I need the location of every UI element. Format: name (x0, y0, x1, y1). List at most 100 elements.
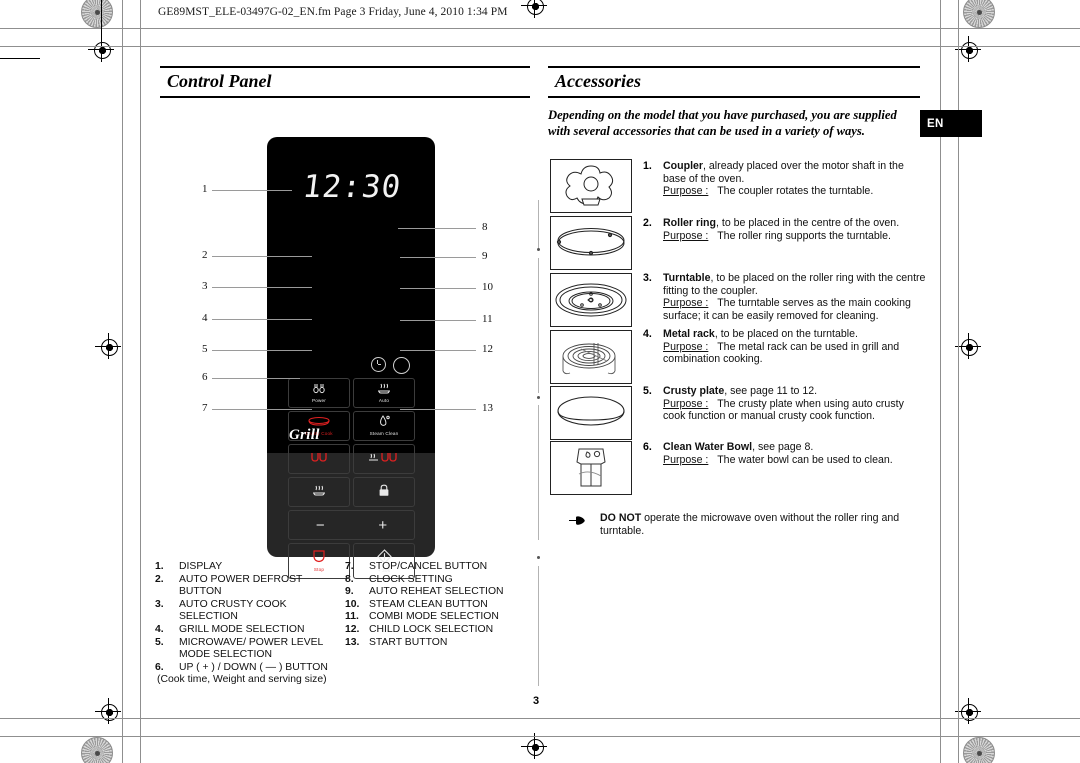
item-sublabel: (Cook time, Weight and serving size) (157, 674, 327, 686)
callout-line-1 (212, 190, 292, 191)
accessory-image-metal-rack (550, 330, 632, 384)
list-item: 12. CHILD LOCK SELECTION (345, 624, 535, 637)
oven-control-face: 12:30 Power Auto Crusty Cook Steam Clean… (267, 137, 435, 579)
item-number: 1. (155, 561, 164, 572)
grill-icon (308, 452, 330, 465)
plus-icon: + (378, 516, 388, 534)
fold-dot-2 (537, 396, 540, 399)
accessory-text-2: Roller ring, to be placed in the centre … (663, 217, 931, 242)
registration-mark-tc (521, 0, 547, 18)
accessory-image-turntable (550, 273, 632, 327)
item-number: 9. (345, 586, 354, 598)
item-label: UP ( + ) / DOWN ( — ) BUTTON (179, 661, 328, 673)
callout-line-5 (212, 350, 312, 351)
button-grill-mode[interactable] (288, 444, 350, 474)
page-canvas: GE89MST_ELE-03497G-02_EN.fm Page 3 Frida… (0, 0, 1080, 763)
page-title: Control Panel (167, 71, 272, 92)
accessory-text-1: Coupler, already placed over the motor s… (663, 160, 925, 198)
rule-bottom (160, 96, 530, 98)
item-label: DISPLAY (179, 561, 223, 572)
callout-line-3 (212, 287, 312, 288)
list-item: 8. CLOCK SETTING (345, 574, 535, 587)
accessory-desc-5: , see page 11 to 12. (724, 385, 818, 397)
button-child-lock[interactable] (353, 477, 415, 507)
callout-line-9 (400, 257, 476, 258)
callout-9: 9 (482, 250, 488, 262)
callout-8: 8 (482, 221, 488, 233)
callout-11: 11 (482, 313, 493, 325)
accessory-number-6: 6. (643, 441, 652, 453)
accessory-text-3: Turntable, to be placed on the roller ri… (663, 272, 927, 322)
callout-6: 6 (202, 371, 208, 383)
callout-line-7 (212, 409, 312, 410)
list-item: 9. AUTO REHEAT SELECTION (345, 586, 535, 599)
warning-note: DO NOT operate the microwave oven withou… (600, 512, 920, 538)
item-number: 13. (345, 636, 360, 648)
purpose-text-2: The roller ring supports the turntable. (717, 229, 891, 242)
button-power-defrost[interactable]: Power (288, 378, 350, 408)
purpose-label-1: Purpose : (663, 185, 709, 198)
accessory-image-coupler (550, 159, 632, 213)
list-item: 6. UP ( + ) / DOWN ( — ) BUTTON (Cook ti… (155, 662, 335, 687)
fold-line-d (538, 566, 539, 686)
callout-12: 12 (482, 343, 493, 355)
callout-2: 2 (202, 249, 208, 261)
accessory-name-4: Metal rack (663, 328, 715, 340)
callout-3: 3 (202, 280, 208, 292)
item-label: AUTO CRUSTY COOK SELECTION (179, 598, 287, 623)
callout-5: 5 (202, 343, 208, 355)
accessory-text-4: Metal rack, to be placed on the turntabl… (663, 328, 927, 366)
star-target-top-right (963, 0, 995, 28)
accessory-number-1: 1. (643, 160, 652, 172)
registration-mark-bl (95, 698, 121, 724)
rule-bottom (548, 96, 920, 98)
pointing-hand-icon (568, 514, 586, 529)
item-label: CLOCK SETTING (369, 573, 453, 585)
callout-13: 13 (482, 402, 493, 414)
button-auto-reheat[interactable]: Auto (353, 378, 415, 408)
purpose-label-4: Purpose : (663, 340, 709, 353)
crusty-plate-icon (557, 396, 625, 426)
item-label: AUTO REHEAT SELECTION (369, 586, 504, 598)
star-target-bottom-right (963, 737, 995, 763)
callout-line-6 (212, 378, 300, 379)
coupler-icon (565, 165, 614, 206)
accessory-number-3: 3. (643, 272, 652, 284)
list-item: 10. STEAM CLEAN BUTTON (345, 599, 535, 612)
accessory-name-3: Turntable (663, 272, 711, 284)
star-target-bottom-left (81, 737, 113, 763)
purpose-label-2: Purpose : (663, 229, 709, 242)
button-label: Steam Clean (369, 431, 399, 436)
callout-line-2 (212, 256, 312, 257)
button-up-down[interactable]: − + (288, 510, 415, 540)
callout-line-10 (400, 288, 476, 289)
accessory-name-6: Clean Water Bowl (663, 441, 753, 453)
accessory-image-crusty-plate (550, 386, 632, 440)
item-label: START BUTTON (369, 636, 448, 648)
keypad: Power Auto Crusty Cook Steam Clean − + S… (288, 378, 415, 579)
item-number: 7. (345, 561, 354, 572)
item-number: 5. (155, 636, 164, 648)
item-label: COMBI MODE SELECTION (369, 611, 499, 623)
fold-dot-3 (537, 556, 540, 559)
accessory-image-roller-ring (550, 216, 632, 270)
accessory-desc-6: , see page 8. (752, 441, 814, 453)
button-steam-clean[interactable]: Steam Clean (353, 411, 415, 441)
control-panel-legend-left: 1. DISPLAY 2. AUTO POWER DEFROST BUTTON … (155, 561, 335, 687)
accessory-desc-4: , to be placed on the turntable. (714, 328, 858, 340)
accessory-number-4: 4. (643, 328, 652, 340)
accessory-number-5: 5. (643, 385, 652, 397)
callout-line-11 (400, 320, 476, 321)
accessory-number-2: 2. (643, 217, 652, 229)
item-number: 4. (155, 623, 164, 635)
item-number: 8. (345, 573, 354, 585)
accessory-name-2: Roller ring (663, 217, 716, 229)
button-combi-mode[interactable] (353, 444, 415, 474)
control-panel-illustration: 12:30 Power Auto Crusty Cook Steam Clean… (267, 137, 435, 579)
warning-text: operate the microwave oven without the r… (600, 512, 900, 537)
registration-mark-ml (95, 333, 121, 359)
callout-7: 7 (202, 402, 208, 414)
control-panel-section-header: Control Panel (160, 66, 530, 98)
button-microwave-power-level[interactable] (288, 477, 350, 507)
list-item: 1. DISPLAY (155, 561, 335, 574)
